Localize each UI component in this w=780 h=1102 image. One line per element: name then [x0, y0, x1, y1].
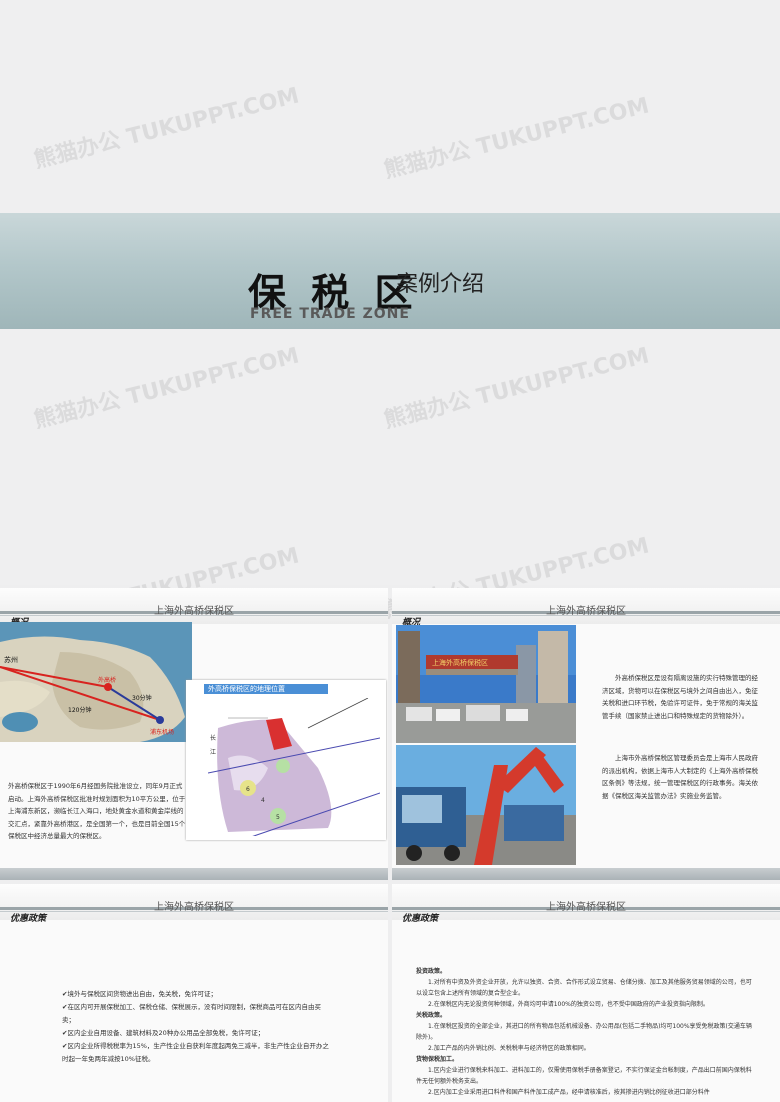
inset-map-title: 外高桥保税区的地理位置 — [204, 684, 328, 694]
policy-paragraph: 1.在保税区投资的全部企业，其进口的所有物品包括机械设备、办公用品(包括二手物品… — [416, 1023, 752, 1041]
policy-paragraph: 2.在保税区内无论投资何种领域，外商均可申请100%的独资公司，也不受中国政府的… — [428, 1001, 709, 1008]
watermark: 熊猫办公 TUKUPPT.COM — [31, 83, 302, 174]
map-label: 30分钟 — [132, 694, 152, 702]
section-heading: 投资政策。 — [416, 968, 447, 975]
slide-overview-map: 上海外高桥保税区 概况 苏州 30分钟 120分钟 外高桥 浦东机场 外高桥保税… — [0, 588, 388, 880]
overview-paragraph-2: 上海市外高桥保税区管理委员会是上海市人民政府的派出机构，依据上海市人大制定的《上… — [602, 754, 758, 800]
inset-map-card: 外高桥保税区的地理位置 长 江 6 5 4 — [186, 680, 386, 840]
customs-truck-photo — [396, 745, 576, 865]
policy-item: ✔区内企业所得税税率为15%，生产性企业自获利年度起两免三减半，非生产性企业自开… — [62, 1042, 329, 1063]
svg-text:6: 6 — [246, 786, 250, 793]
svg-text:5: 5 — [276, 814, 280, 821]
map-label: 浦东机场 — [150, 728, 174, 736]
slide-preferential-policy: 上海外高桥保税区 优惠政策 ✔境外与保税区间货物进出自由，免关税，免许可证； ✔… — [0, 884, 388, 1102]
section-tag: 优惠政策 — [10, 914, 47, 924]
slide-title: 上海外高桥保税区 — [154, 902, 234, 913]
policy-paragraph: 2.区内加工企业采用进口料件和国产料件加工成产品，经申请核准后，按其掺进内销比例… — [428, 1089, 710, 1096]
slide-title: 上海外高桥保税区 — [546, 902, 626, 913]
watermark: 熊猫办公 TUKUPPT.COM — [381, 343, 652, 434]
zone-location-map: 长 江 6 5 4 — [208, 698, 380, 836]
svg-text:长: 长 — [210, 734, 216, 742]
policy-paragraph: 1.对所有中资及外资企业开放，允许以独资、合资、合作形式设立贸易、仓储分拨、加工… — [416, 979, 752, 997]
policy-detail-text: 投资政策。 1.对所有中资及外资企业开放，允许以独资、合资、合作形式设立贸易、仓… — [416, 966, 752, 1098]
policy-item: ✔境外与保税区间货物进出自由，免关税，免许可证； — [62, 990, 217, 998]
svg-text:江: 江 — [210, 749, 216, 756]
map-label: 苏州 — [4, 655, 18, 664]
gate-sign: 上海外高桥保税区 — [432, 658, 488, 667]
slide-overview-photos: 上海外高桥保税区 概况 上海外高桥保税区 外高桥保税区是设有隔离设施的实行特殊管… — [392, 588, 780, 880]
cover-english-title: FREE TRADE ZONE — [250, 306, 410, 322]
policy-item: ✔在区内可开展保税加工、保税仓储、保税展示，没有时间限制，保税商品可在区内自由买… — [62, 1003, 321, 1024]
slide-title: 上海外高桥保税区 — [154, 606, 234, 617]
policy-list: ✔境外与保税区间货物进出自由，免关税，免许可证； ✔在区内可开展保税加工、保税仓… — [62, 988, 332, 1066]
section-tag: 优惠政策 — [402, 914, 439, 924]
slide-title: 上海外高桥保税区 — [546, 606, 626, 617]
zone-gate-photo: 上海外高桥保税区 — [396, 625, 576, 743]
section-heading: 关税政策。 — [416, 1012, 447, 1019]
location-marker — [104, 683, 112, 691]
section-heading: 货物保税加工。 — [416, 1056, 459, 1063]
slide-footer — [392, 868, 780, 880]
cover-subtitle: 案例介绍 — [396, 272, 485, 297]
map-label: 120分钟 — [68, 706, 91, 714]
policy-paragraph: 1.区内企业进行保税来料加工、进料加工的，仅需使用保税手册备案登记，不实行保证金… — [416, 1067, 752, 1085]
policy-paragraph: 2.加工产品的内外销比例、关税税率与经济特区的政策相同。 — [428, 1045, 590, 1052]
watermark: 熊猫办公 TUKUPPT.COM — [31, 343, 302, 434]
policy-item: ✔区内企业自用设备、建筑材料及20种办公用品全部免税，免许可证； — [62, 1029, 265, 1037]
map-label: 外高桥 — [98, 676, 116, 684]
overview-paragraph-1: 外高桥保税区是设有隔离设施的实行特殊管理的经济区域，货物可以在保税区与境外之间自… — [602, 674, 758, 720]
watermark: 熊猫办公 TUKUPPT.COM — [381, 93, 652, 184]
location-marker — [156, 716, 164, 724]
shanghai-map: 苏州 30分钟 120分钟 外高桥 浦东机场 — [0, 622, 192, 742]
svg-text:4: 4 — [261, 797, 265, 804]
overview-paragraph: 外高桥保税区于1990年6月经国务院批准设立，同年9月正式启动。上海外高桥保税区… — [8, 782, 186, 840]
slide-footer — [0, 868, 388, 880]
slide-policy-detail: 上海外高桥保税区 优惠政策 投资政策。 1.对所有中资及外资企业开放，允许以独资… — [392, 884, 780, 1102]
